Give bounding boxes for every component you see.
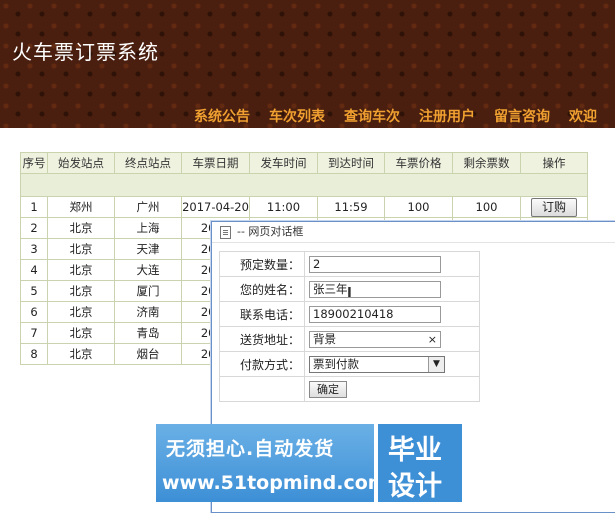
payment-selected: 票到付款	[313, 356, 359, 371]
nav-item-register[interactable]: 注册用户	[419, 106, 475, 126]
payment-label: 付款方式：	[219, 351, 305, 377]
col-header-depart: 发车时间	[249, 152, 318, 174]
payment-select[interactable]: 票到付款 ▼	[309, 355, 445, 373]
cell-destination: 天津	[114, 238, 182, 260]
clear-icon[interactable]: ×	[428, 332, 437, 347]
text-cursor-icon: I	[347, 286, 352, 301]
cell-origin: 北京	[47, 322, 115, 344]
dialog-title-bar: -- 网页对话框	[212, 222, 615, 243]
cell-destination: 广州	[114, 196, 182, 218]
nav-item-welcome[interactable]: 欢迎	[569, 106, 597, 126]
form-row-quantity: 预定数量： 2	[219, 251, 480, 277]
cell-remaining: 100	[452, 196, 521, 218]
quantity-input[interactable]: 2	[309, 255, 441, 273]
name-label: 您的姓名：	[219, 276, 305, 302]
col-header-remaining: 剩余票数	[452, 152, 521, 174]
site-title: 火车票订票系统	[12, 40, 159, 64]
cell-destination: 厦门	[114, 280, 182, 302]
submit-button[interactable]: 确定	[309, 380, 347, 398]
table-header-row: 序号 始发站点 终点站点 车票日期 发车时间 到达时间 车票价格 剩余票数 操作	[20, 152, 588, 174]
cell-index: 2	[20, 217, 48, 239]
watermark-line1: 无须担心.自动发货	[166, 438, 335, 460]
watermark-right: 毕业 设计	[378, 424, 462, 502]
cell-index: 7	[20, 322, 48, 344]
table-row: 1 郑州 广州 2017-04-20 11:00 11:59 100 100 订…	[20, 196, 588, 218]
watermark-right-line1: 毕业	[388, 435, 442, 466]
col-header-index: 序号	[20, 152, 48, 174]
top-nav: 系统公告 车次列表 查询车次 注册用户 留言咨询 欢迎	[194, 106, 615, 126]
cell-origin: 北京	[47, 238, 115, 260]
cell-index: 1	[20, 196, 48, 218]
col-header-destination: 终点站点	[114, 152, 182, 174]
cell-destination: 济南	[114, 301, 182, 323]
name-input[interactable]: 张三年	[309, 280, 441, 298]
watermark-right-line2: 设计	[388, 471, 442, 502]
col-header-price: 车票价格	[384, 152, 453, 174]
cell-origin: 北京	[47, 280, 115, 302]
cell-arrive: 11:59	[317, 196, 385, 218]
cell-origin: 北京	[47, 343, 115, 365]
chevron-down-icon[interactable]: ▼	[428, 356, 444, 372]
cell-date: 2017-04-20	[181, 196, 250, 218]
nav-item-search-trains[interactable]: 查询车次	[344, 106, 400, 126]
cell-index: 6	[20, 301, 48, 323]
col-header-action: 操作	[520, 152, 588, 174]
cell-action: 订购	[520, 196, 588, 218]
cell-destination: 青岛	[114, 322, 182, 344]
col-header-origin: 始发站点	[47, 152, 115, 174]
order-form: 预定数量： 2 您的姓名： 张三年 联系电话： 18900210418 送货地址…	[219, 251, 480, 402]
cell-origin: 北京	[47, 301, 115, 323]
address-label: 送货地址：	[219, 326, 305, 352]
table-top-band	[20, 173, 588, 197]
cell-index: 4	[20, 259, 48, 281]
phone-label: 联系电话：	[219, 301, 305, 327]
cell-index: 8	[20, 343, 48, 365]
form-row-phone: 联系电话： 18900210418	[219, 301, 480, 327]
address-value: 背景	[313, 331, 336, 346]
form-row-address: 送货地址： 背景 ×	[219, 326, 480, 352]
nav-item-train-list[interactable]: 车次列表	[269, 106, 325, 126]
phone-input[interactable]: 18900210418	[309, 305, 441, 323]
cell-index: 3	[20, 238, 48, 260]
cell-destination: 上海	[114, 217, 182, 239]
quantity-label: 预定数量：	[219, 251, 305, 277]
watermark-left: 无须担心.自动发货 www.51topmind.com	[156, 424, 388, 502]
watermark-banner: 无须担心.自动发货 www.51topmind.com 毕业 设计	[156, 424, 462, 502]
order-button[interactable]: 订购	[531, 197, 577, 217]
cell-origin: 郑州	[47, 196, 115, 218]
document-icon	[220, 225, 231, 239]
form-row-payment: 付款方式： 票到付款 ▼	[219, 351, 480, 377]
address-input[interactable]: 背景 ×	[309, 330, 441, 348]
dialog-title: -- 网页对话框	[237, 225, 304, 238]
cell-origin: 北京	[47, 259, 115, 281]
col-header-date: 车票日期	[181, 152, 250, 174]
form-row-submit: 确定	[219, 376, 480, 402]
cell-index: 5	[20, 280, 48, 302]
site-header: 火车票订票系统 系统公告 车次列表 查询车次 注册用户 留言咨询 欢迎	[0, 0, 615, 128]
watermark-line2: www.51topmind.com	[162, 472, 388, 494]
nav-item-announcements[interactable]: 系统公告	[194, 106, 250, 126]
cell-origin: 北京	[47, 217, 115, 239]
cell-depart: 11:00	[249, 196, 318, 218]
cell-destination: 烟台	[114, 343, 182, 365]
col-header-arrive: 到达时间	[317, 152, 385, 174]
nav-item-message[interactable]: 留言咨询	[494, 106, 550, 126]
cell-price: 100	[384, 196, 453, 218]
cell-destination: 大连	[114, 259, 182, 281]
